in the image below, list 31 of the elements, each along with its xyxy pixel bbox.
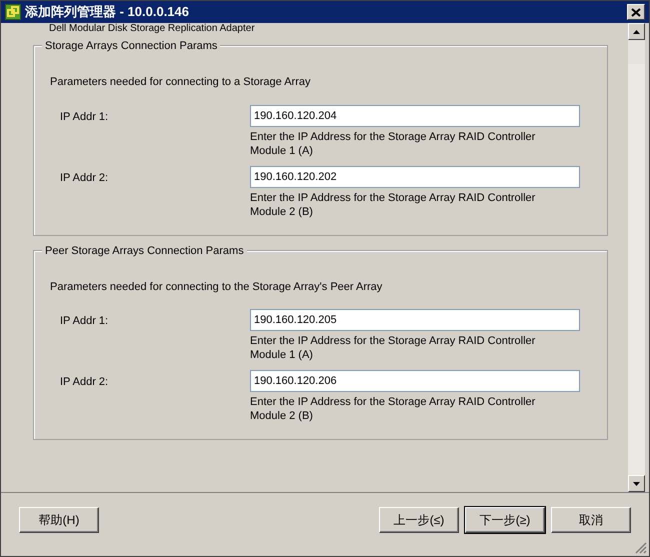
field-label: IP Addr 1: — [59, 110, 110, 124]
description-text: Parameters needed for connecting to a Storage Array — [50, 75, 312, 90]
vertical-scrollbar[interactable] — [628, 23, 645, 492]
scroll-thumb[interactable] — [628, 40, 645, 64]
dialog-button[interactable]: 帮助(H) — [19, 507, 99, 533]
hint-text: Enter the IP Address for the Storage Array RAID Controller Module 1 (A) — [250, 334, 536, 362]
up-arrow-icon — [633, 30, 640, 34]
dialog-button[interactable]: 取消 — [551, 507, 631, 533]
scroll-up-button[interactable] — [628, 23, 645, 40]
resize-grip-icon[interactable] — [635, 542, 647, 554]
app-icon — [5, 4, 21, 20]
group-legend: Storage Arrays Connection Params — [42, 38, 220, 54]
close-icon — [631, 8, 641, 16]
ip-address-field[interactable]: 190.160.120.205 — [250, 309, 580, 331]
field-label: IP Addr 1: — [59, 314, 110, 329]
hint-text: Enter the IP Address for the Storage Array RAID Controller Module 1 (A) — [250, 130, 536, 158]
window-title: 添加阵列管理器 - 10.0.0.146 — [25, 3, 189, 22]
ip-address-field[interactable]: 190.160.120.206 — [250, 370, 580, 392]
ip-address-field[interactable]: 190.160.120.202 — [250, 166, 580, 188]
subtitle-text: Dell Modular Disk Storage Replication Adapter — [48, 23, 256, 35]
ip-address-field[interactable]: 190.160.120.204 — [250, 104, 580, 126]
hint-text: Enter the IP Address for the Storage Array RAID Controller Module 2 (B) — [250, 395, 536, 423]
description-text: Parameters needed for connecting to the Storage Array's Peer Array — [50, 280, 384, 294]
scroll-down-button[interactable] — [628, 475, 645, 492]
dialog-button[interactable]: 下一步(≥) — [465, 507, 545, 533]
hint-text: Enter the IP Address for the Storage Array RAID Controller Module 2 (B) — [250, 190, 536, 218]
field-label: IP Addr 2: — [59, 375, 110, 390]
close-button[interactable] — [627, 4, 645, 20]
dialog-button[interactable]: 上一步(≤) — [379, 507, 459, 533]
down-arrow-icon — [633, 482, 640, 486]
field-label: IP Addr 2: — [59, 170, 110, 186]
